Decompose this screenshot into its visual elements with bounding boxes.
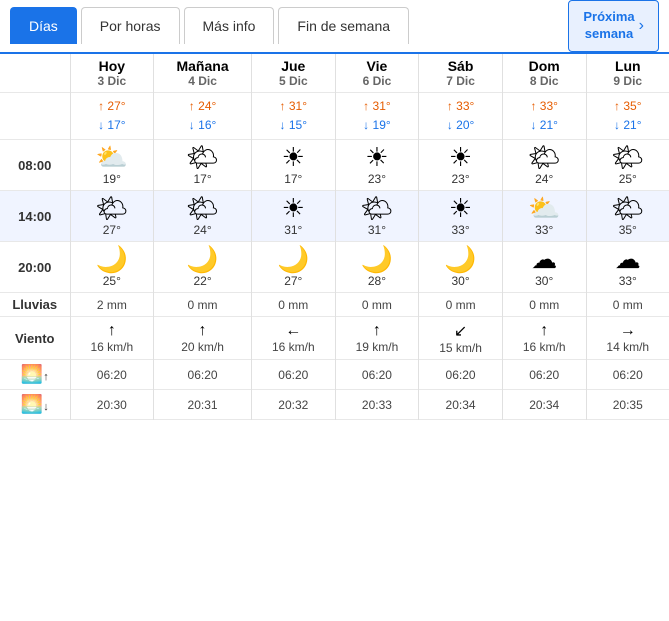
viento-cell: ↑16 km/h — [70, 317, 154, 360]
temp-range-cell: ↑ 27° ↓ 17° — [70, 92, 154, 139]
day-header-vie: Vie6 Dic — [335, 54, 419, 93]
tab-por-horas[interactable]: Por horas — [81, 7, 180, 44]
row-1400-cell: ⛅ 33° — [502, 191, 586, 242]
temp-range-cell: ↑ 24° ↓ 16° — [154, 92, 252, 139]
weather-grid: Hoy3 DicMañana4 DicJue5 DicVie6 DicSáb7 … — [0, 54, 669, 420]
row-0800-label: 08:00 — [0, 140, 70, 191]
sunset-cell: 20:32 — [251, 390, 335, 420]
day-header-sáb: Sáb7 Dic — [419, 54, 503, 93]
sunrise-label: 🌅↑ — [0, 360, 70, 390]
viento-cell: ←16 km/h — [251, 317, 335, 360]
viento-cell: ↑19 km/h — [335, 317, 419, 360]
row-2000-cell: ☁ 30° — [502, 242, 586, 293]
sunrise-cell: 06:20 — [502, 360, 586, 390]
row-1400-label: 14:00 — [0, 191, 70, 242]
row-2000: 20:00 🌙 25° 🌙 22° 🌙 27° 🌙 28° 🌙 30° ☁ 30… — [0, 242, 669, 293]
row-0800-cell: ☀ 23° — [419, 140, 503, 191]
temp-range-cell: ↑ 33° ↓ 21° — [502, 92, 586, 139]
row-2000-cell: 🌙 27° — [251, 242, 335, 293]
lluvia-cell: 0 mm — [154, 293, 252, 317]
sunrise-cell: 06:20 — [70, 360, 154, 390]
proxima-label: Próximasemana — [583, 9, 634, 43]
temp-range-label — [0, 92, 70, 139]
row-0800-cell: 🌤 25° — [586, 140, 669, 191]
proxima-arrow-icon: › — [639, 17, 644, 35]
sunrise-cell: 06:20 — [335, 360, 419, 390]
viento-row: Viento↑16 km/h↑20 km/h←16 km/h↑19 km/h↙1… — [0, 317, 669, 360]
sunrise-cell: 06:20 — [251, 360, 335, 390]
row-2000-cell: 🌙 25° — [70, 242, 154, 293]
day-header-lun: Lun9 Dic — [586, 54, 669, 93]
viento-cell: ↙15 km/h — [419, 317, 503, 360]
sunrise-cell: 06:20 — [154, 360, 252, 390]
lluvia-cell: 2 mm — [70, 293, 154, 317]
row-0800-cell: ☀ 17° — [251, 140, 335, 191]
row-0800: 08:00 ⛅ 19° 🌤 17° ☀ 17° ☀ 23° ☀ 23° 🌤 24… — [0, 140, 669, 191]
viento-cell: ↑20 km/h — [154, 317, 252, 360]
header-row: Hoy3 DicMañana4 DicJue5 DicVie6 DicSáb7 … — [0, 54, 669, 93]
temp-range-cell: ↑ 35° ↓ 21° — [586, 92, 669, 139]
day-header-mañana: Mañana4 Dic — [154, 54, 252, 93]
sunset-cell: 20:33 — [335, 390, 419, 420]
row-2000-cell: 🌙 28° — [335, 242, 419, 293]
row-0800-cell: ⛅ 19° — [70, 140, 154, 191]
lluvia-cell: 0 mm — [251, 293, 335, 317]
row-1400-cell: 🌤 27° — [70, 191, 154, 242]
lluvia-cell: 0 mm — [419, 293, 503, 317]
tabs-container: Días Por horas Más info Fin de semana Pr… — [0, 0, 669, 54]
row-1400-cell: 🌤 24° — [154, 191, 252, 242]
sunset-cell: 20:34 — [419, 390, 503, 420]
day-header-hoy: Hoy3 Dic — [70, 54, 154, 93]
lluvias-row: Lluvias2 mm0 mm0 mm0 mm0 mm0 mm0 mm — [0, 293, 669, 317]
sunset-cell: 20:30 — [70, 390, 154, 420]
viento-label: Viento — [0, 317, 70, 360]
lluvias-label: Lluvias — [0, 293, 70, 317]
row-2000-cell: 🌙 30° — [419, 242, 503, 293]
temp-range-row: ↑ 27° ↓ 17° ↑ 24° ↓ 16° ↑ 31° ↓ 15° ↑ 31… — [0, 92, 669, 139]
sunset-label: 🌅↓ — [0, 390, 70, 420]
temp-range-cell: ↑ 31° ↓ 19° — [335, 92, 419, 139]
tab-mas-info[interactable]: Más info — [184, 7, 275, 44]
viento-cell: →14 km/h — [586, 317, 669, 360]
row-2000-cell: 🌙 22° — [154, 242, 252, 293]
temp-range-cell: ↑ 33° ↓ 20° — [419, 92, 503, 139]
viento-cell: ↑16 km/h — [502, 317, 586, 360]
sunset-cell: 20:31 — [154, 390, 252, 420]
row-2000-cell: ☁ 33° — [586, 242, 669, 293]
day-header-jue: Jue5 Dic — [251, 54, 335, 93]
row-1400-cell: 🌤 31° — [335, 191, 419, 242]
temp-range-cell: ↑ 31° ↓ 15° — [251, 92, 335, 139]
lluvia-cell: 0 mm — [502, 293, 586, 317]
tab-proxima-semana[interactable]: Próximasemana › — [568, 0, 659, 52]
sunrise-cell: 06:20 — [586, 360, 669, 390]
row-1400-cell: ☀ 33° — [419, 191, 503, 242]
tab-fin-de-semana[interactable]: Fin de semana — [278, 7, 409, 44]
row-1400-cell: 🌤 35° — [586, 191, 669, 242]
empty-header — [0, 54, 70, 93]
sunrise-row: 🌅↑06:2006:2006:2006:2006:2006:2006:20 — [0, 360, 669, 390]
row-2000-label: 20:00 — [0, 242, 70, 293]
tab-dias[interactable]: Días — [10, 7, 77, 44]
lluvia-cell: 0 mm — [335, 293, 419, 317]
day-header-dom: Dom8 Dic — [502, 54, 586, 93]
row-0800-cell: 🌤 24° — [502, 140, 586, 191]
row-0800-cell: ☀ 23° — [335, 140, 419, 191]
row-1400: 14:00 🌤 27° 🌤 24° ☀ 31° 🌤 31° ☀ 33° ⛅ 33… — [0, 191, 669, 242]
sunrise-cell: 06:20 — [419, 360, 503, 390]
lluvia-cell: 0 mm — [586, 293, 669, 317]
sunset-row: 🌅↓20:3020:3120:3220:3320:3420:3420:35 — [0, 390, 669, 420]
row-1400-cell: ☀ 31° — [251, 191, 335, 242]
row-0800-cell: 🌤 17° — [154, 140, 252, 191]
sunset-cell: 20:34 — [502, 390, 586, 420]
sunset-cell: 20:35 — [586, 390, 669, 420]
